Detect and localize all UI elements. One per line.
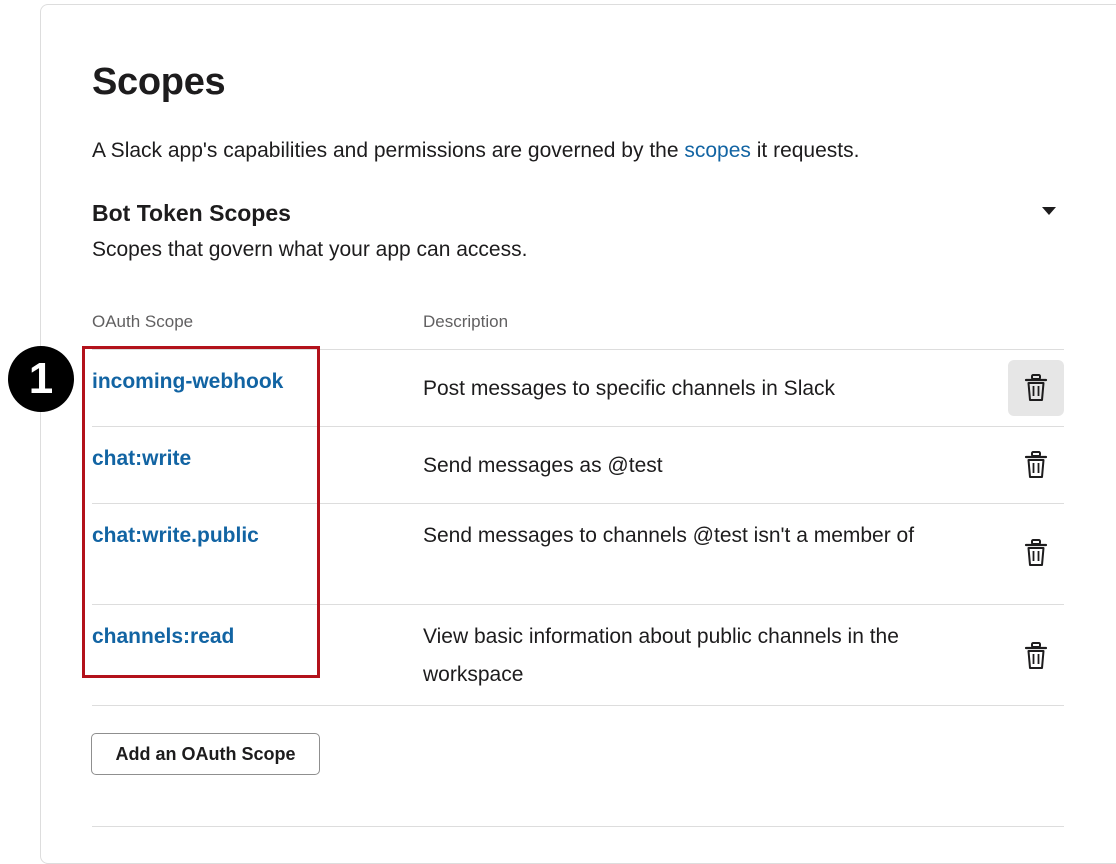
scope-description: Send messages to channels @test isn't a … — [423, 524, 915, 547]
scope-name-link[interactable]: chat:write — [92, 445, 191, 473]
section-title: Bot Token Scopes — [92, 200, 291, 226]
trash-icon — [1024, 451, 1048, 478]
delete-scope-button[interactable] — [1008, 628, 1064, 684]
scope-description: Send messages as @test — [423, 454, 663, 477]
scope-name-link[interactable]: channels:read — [92, 623, 234, 651]
table-row: chat:write Send messages as @test — [92, 426, 1064, 503]
scopes-link[interactable]: scopes — [684, 139, 751, 162]
divider — [92, 705, 1064, 706]
delete-scope-button[interactable] — [1008, 360, 1064, 416]
add-oauth-scope-button[interactable]: Add an OAuth Scope — [91, 733, 320, 775]
trash-icon — [1024, 539, 1048, 566]
scope-description: View basic information about public chan… — [423, 625, 899, 686]
caret-down-icon[interactable] — [1040, 204, 1058, 218]
delete-scope-button[interactable] — [1008, 437, 1064, 493]
scope-name-link[interactable]: incoming-webhook — [92, 368, 283, 396]
page-title: Scopes — [92, 61, 226, 103]
annotation-badge: 1 — [8, 346, 74, 412]
intro-text-before: A Slack app's capabilities and permissio… — [92, 139, 685, 162]
trash-icon — [1024, 374, 1048, 401]
scope-name-link[interactable]: chat:write.public — [92, 522, 259, 550]
intro-text: A Slack app's capabilities and permissio… — [92, 137, 859, 165]
delete-scope-button[interactable] — [1008, 525, 1064, 581]
intro-text-after: it requests. — [750, 139, 860, 162]
divider — [92, 826, 1064, 827]
table-row: channels:read View basic information abo… — [92, 604, 1064, 705]
table-row: incoming-webhook Post messages to specif… — [92, 349, 1064, 426]
section-subtitle: Scopes that govern what your app can acc… — [92, 238, 528, 261]
trash-icon — [1024, 642, 1048, 669]
table-row: chat:write.public Send messages to chann… — [92, 503, 1064, 604]
column-header-description: Description — [423, 312, 509, 331]
scope-description: Post messages to specific channels in Sl… — [423, 377, 836, 400]
column-header-oauth-scope: OAuth Scope — [92, 312, 194, 331]
